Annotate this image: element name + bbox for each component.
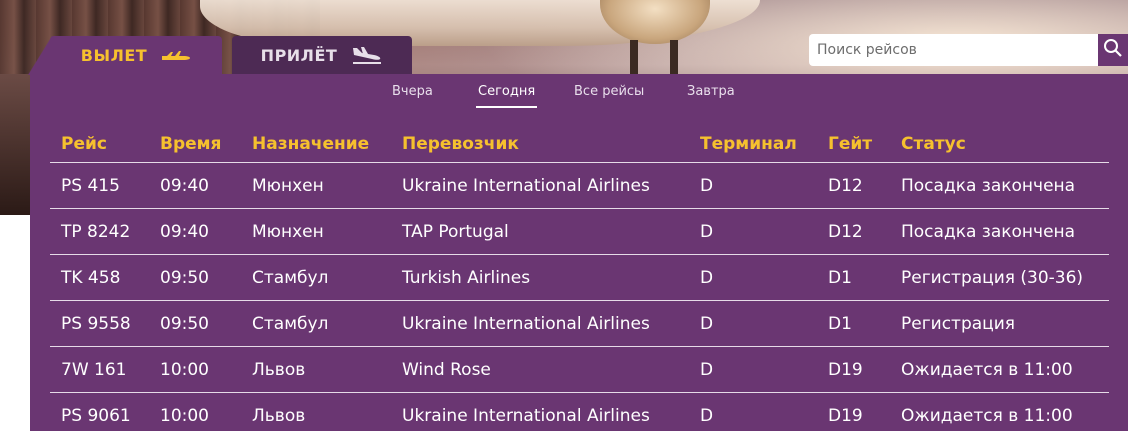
hero-landing-gear	[630, 40, 638, 74]
flight-search	[809, 34, 1128, 66]
tab-departure-label: ВЫЛЕТ	[80, 46, 148, 65]
flight-status: Посадка закончена	[901, 175, 1076, 196]
flight-gate: D12	[828, 221, 863, 242]
flight-terminal: D	[700, 359, 714, 380]
flight-gate: D19	[828, 359, 863, 380]
flight-status: Посадка закончена	[901, 221, 1076, 242]
column-header-carrier: Перевозчик	[402, 133, 519, 154]
flight-status: Регистрация (30-36)	[901, 267, 1084, 288]
day-filter: Вчера Сегодня Все рейсы Завтра	[0, 84, 1128, 110]
day-today[interactable]: Сегодня	[475, 84, 538, 108]
flight-time: 09:40	[160, 175, 209, 196]
column-header-time: Время	[160, 133, 222, 154]
tab-arrival[interactable]: ПРИЛЁТ	[232, 36, 412, 74]
table-row[interactable]: TK 458 09:50 Стамбул Turkish Airlines D …	[50, 255, 1109, 301]
flights-table: Рейс Время Назначение Перевозчик Термина…	[50, 125, 1109, 438]
flight-terminal: D	[700, 405, 714, 426]
flight-carrier: Ukraine International Airlines	[402, 405, 650, 426]
flight-status: Ожидается в 11:00	[901, 405, 1073, 426]
flight-terminal: D	[700, 267, 714, 288]
day-tomorrow[interactable]: Завтра	[687, 84, 735, 99]
flight-destination: Львов	[252, 359, 306, 380]
flight-carrier: Turkish Airlines	[402, 267, 531, 288]
flight-gate: D1	[828, 267, 852, 288]
flight-terminal: D	[700, 313, 714, 334]
flight-destination: Стамбул	[252, 267, 329, 288]
flight-status: Ожидается в 11:00	[901, 359, 1073, 380]
search-input[interactable]	[809, 34, 1098, 66]
flight-gate: D12	[828, 175, 863, 196]
column-header-status: Статус	[901, 133, 966, 154]
plane-takeoff-icon	[161, 48, 191, 64]
day-yesterday[interactable]: Вчера	[392, 84, 433, 99]
flight-number: TP 8242	[61, 221, 131, 242]
flight-carrier: Wind Rose	[402, 359, 491, 380]
column-header-gate: Гейт	[828, 133, 873, 154]
tab-departure[interactable]: ВЫЛЕТ	[28, 36, 222, 75]
flight-carrier: Ukraine International Airlines	[402, 313, 650, 334]
flight-number: PS 415	[61, 175, 120, 196]
table-row[interactable]: PS 9558 09:50 Стамбул Ukraine Internatio…	[50, 301, 1109, 347]
table-row[interactable]: PS 9061 10:00 Львов Ukraine Internationa…	[50, 393, 1109, 438]
table-row[interactable]: TP 8242 09:40 Мюнхен TAP Portugal D D12 …	[50, 209, 1109, 255]
flight-time: 10:00	[160, 405, 209, 426]
flight-terminal: D	[700, 175, 714, 196]
flight-time: 10:00	[160, 359, 209, 380]
flight-destination: Стамбул	[252, 313, 329, 334]
flight-gate: D19	[828, 405, 863, 426]
table-row[interactable]: 7W 161 10:00 Львов Wind Rose D D19 Ожида…	[50, 347, 1109, 393]
table-row[interactable]: PS 415 09:40 Мюнхен Ukraine Internationa…	[50, 163, 1109, 209]
flight-destination: Львов	[252, 405, 306, 426]
search-button[interactable]	[1098, 34, 1128, 66]
search-icon	[1103, 38, 1123, 62]
flight-destination: Мюнхен	[252, 175, 324, 196]
column-header-destination: Назначение	[252, 133, 370, 154]
flight-destination: Мюнхен	[252, 221, 324, 242]
flight-number: 7W 161	[61, 359, 127, 380]
tab-arrival-label: ПРИЛЁТ	[260, 45, 338, 65]
flight-status: Регистрация	[901, 313, 1015, 334]
flight-carrier: TAP Portugal	[402, 221, 509, 242]
flight-time: 09:50	[160, 313, 209, 334]
hero-landing-gear	[670, 40, 678, 74]
flight-gate: D1	[828, 313, 852, 334]
flight-number: PS 9061	[61, 405, 131, 426]
table-header: Рейс Время Назначение Перевозчик Термина…	[50, 125, 1109, 163]
flight-carrier: Ukraine International Airlines	[402, 175, 650, 196]
flight-terminal: D	[700, 221, 714, 242]
flight-number: PS 9558	[61, 313, 131, 334]
flight-time: 09:50	[160, 267, 209, 288]
flight-time: 09:40	[160, 221, 209, 242]
day-all-flights[interactable]: Все рейсы	[574, 84, 644, 99]
column-header-flight: Рейс	[61, 133, 107, 154]
flight-number: TK 458	[61, 267, 121, 288]
column-header-terminal: Терминал	[700, 133, 797, 154]
plane-landing-icon	[351, 45, 383, 65]
